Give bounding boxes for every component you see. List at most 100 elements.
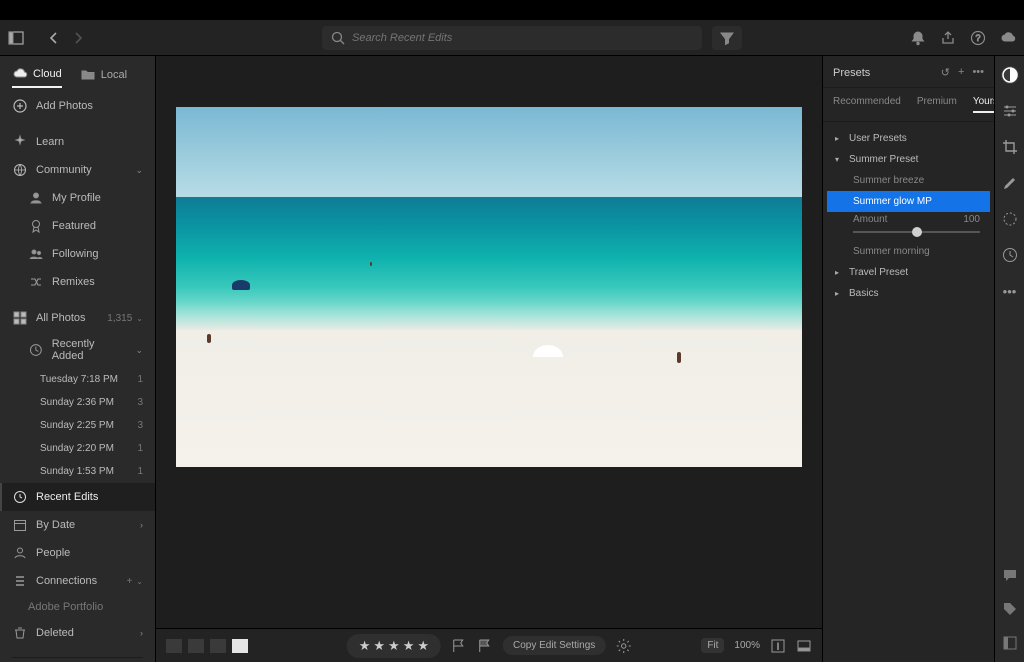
user-icon	[12, 545, 28, 561]
star-icon[interactable]: ★	[417, 638, 429, 654]
tab-recommended[interactable]: Recommended	[833, 96, 901, 113]
cloud-sync-icon[interactable]	[1000, 30, 1016, 46]
view-compare[interactable]	[210, 639, 226, 653]
tab-local[interactable]: Local	[80, 67, 127, 83]
all-photos-label: All Photos	[36, 312, 86, 324]
svg-text:?: ?	[975, 33, 980, 43]
star-icon[interactable]: ★	[403, 638, 415, 654]
sliders-tool-icon[interactable]	[1001, 102, 1019, 120]
tab-premium[interactable]: Premium	[917, 96, 957, 113]
activity-icon[interactable]	[1001, 634, 1019, 652]
presets-more-icon[interactable]: •••	[972, 66, 984, 79]
view-grid-small[interactable]	[166, 639, 182, 653]
chevron-down-icon: ⌄	[136, 314, 143, 323]
sidebar-recent-edits[interactable]: Recent Edits	[0, 483, 155, 511]
sidebar-learn[interactable]: Learn	[0, 128, 155, 156]
group-user-presets[interactable]: ▸User Presets	[827, 128, 990, 149]
sidebar-all-photos[interactable]: All Photos 1,315⌄	[0, 304, 155, 332]
view-detail[interactable]	[232, 639, 248, 653]
home-panel-icon[interactable]	[8, 30, 24, 46]
forward-button[interactable]	[70, 30, 86, 46]
following-label: Following	[52, 248, 98, 260]
help-icon[interactable]: ?	[970, 30, 986, 46]
filmstrip-bar: ★ ★ ★ ★ ★ Copy Edit Settings Fit 100% i	[156, 628, 822, 662]
share-icon[interactable]	[940, 30, 956, 46]
sidebar-by-date[interactable]: By Date ›	[0, 511, 155, 539]
notifications-icon[interactable]	[910, 30, 926, 46]
comment-icon[interactable]	[1001, 566, 1019, 584]
tab-cloud[interactable]: Cloud	[12, 66, 62, 88]
fit-button[interactable]: Fit	[701, 638, 724, 653]
sidebar-following[interactable]: Following	[0, 240, 155, 268]
recent-item[interactable]: Sunday 1:53 PM1	[0, 460, 155, 483]
group-basics[interactable]: ▸Basics	[827, 283, 990, 304]
info-icon[interactable]: i	[770, 638, 786, 654]
badge-icon	[28, 218, 44, 234]
sidebar-adobe-portfolio[interactable]: Adobe Portfolio	[0, 595, 155, 619]
chevron-right-icon: ▸	[835, 268, 843, 277]
sidebar-my-profile[interactable]: My Profile	[0, 184, 155, 212]
chevron-down-icon: ⌄	[135, 345, 143, 356]
users-icon	[28, 246, 44, 262]
chevron-down-icon: ▾	[835, 155, 843, 164]
search-input[interactable]	[352, 32, 694, 44]
photo-image	[176, 107, 802, 467]
amount-slider[interactable]	[853, 231, 980, 233]
masking-tool-icon[interactable]	[1001, 210, 1019, 228]
edit-tool-icon[interactable]	[1001, 66, 1019, 84]
chevron-right-icon: ›	[140, 520, 143, 530]
remix-icon	[28, 274, 44, 290]
group-travel-preset[interactable]: ▸Travel Preset	[827, 262, 990, 283]
user-icon	[28, 190, 44, 206]
flag-pick-icon[interactable]	[451, 638, 467, 654]
add-photos-button[interactable]: Add Photos	[0, 92, 155, 120]
crop-tool-icon[interactable]	[1001, 138, 1019, 156]
recent-item[interactable]: Sunday 2:25 PM3	[0, 414, 155, 437]
flag-reject-icon[interactable]	[477, 638, 493, 654]
sparkle-icon	[12, 134, 28, 150]
filmstrip-toggle-icon[interactable]	[796, 638, 812, 654]
zoom-level[interactable]: 100%	[734, 640, 760, 651]
filter-button[interactable]	[712, 26, 742, 50]
copy-edit-settings-button[interactable]: Copy Edit Settings	[503, 636, 605, 655]
view-mode-buttons	[166, 639, 248, 653]
plus-icon[interactable]: +	[126, 576, 132, 587]
clock-icon	[28, 342, 44, 358]
healing-tool-icon[interactable]	[1001, 174, 1019, 192]
deleted-label: Deleted	[36, 627, 74, 639]
presets-reset-icon[interactable]: ↺	[941, 66, 950, 79]
sidebar-connections[interactable]: Connections + ⌄	[0, 567, 155, 595]
preset-summer-glow[interactable]: Summer glow MP	[827, 191, 990, 212]
back-button[interactable]	[46, 30, 62, 46]
canvas-area: ★ ★ ★ ★ ★ Copy Edit Settings Fit 100% i	[156, 56, 822, 662]
folder-icon	[80, 67, 96, 83]
sidebar-community[interactable]: Community ⌄	[0, 156, 155, 184]
recent-item[interactable]: Tuesday 7:18 PM1	[0, 368, 155, 391]
search-bar[interactable]	[322, 26, 702, 50]
sidebar-people[interactable]: People	[0, 539, 155, 567]
gear-icon[interactable]	[615, 638, 631, 654]
preset-summer-breeze[interactable]: Summer breeze	[827, 170, 990, 191]
add-photos-label: Add Photos	[36, 100, 93, 112]
star-icon[interactable]: ★	[388, 638, 400, 654]
recent-item[interactable]: Sunday 2:20 PM1	[0, 437, 155, 460]
presets-panel: Presets ↺ + ••• Recommended Premium Your…	[822, 56, 994, 662]
versions-tool-icon[interactable]	[1001, 246, 1019, 264]
star-icon[interactable]: ★	[373, 638, 385, 654]
star-icon[interactable]: ★	[359, 638, 371, 654]
recent-item[interactable]: Sunday 2:36 PM3	[0, 391, 155, 414]
photo-viewport[interactable]	[176, 107, 802, 507]
more-tool-icon[interactable]: •••	[1001, 282, 1019, 300]
preset-summer-morning[interactable]: Summer morning	[827, 241, 990, 262]
star-rating[interactable]: ★ ★ ★ ★ ★	[347, 634, 441, 658]
view-grid-large[interactable]	[188, 639, 204, 653]
my-profile-label: My Profile	[52, 192, 101, 204]
sidebar-deleted[interactable]: Deleted ›	[0, 619, 155, 647]
sidebar-remixes[interactable]: Remixes	[0, 268, 155, 296]
sidebar-recently-added[interactable]: Recently Added ⌄	[0, 332, 155, 368]
tab-local-label: Local	[101, 69, 127, 81]
presets-add-icon[interactable]: +	[958, 66, 964, 79]
sidebar-featured[interactable]: Featured	[0, 212, 155, 240]
group-summer-preset[interactable]: ▾Summer Preset	[827, 149, 990, 170]
tag-icon[interactable]	[1001, 600, 1019, 618]
